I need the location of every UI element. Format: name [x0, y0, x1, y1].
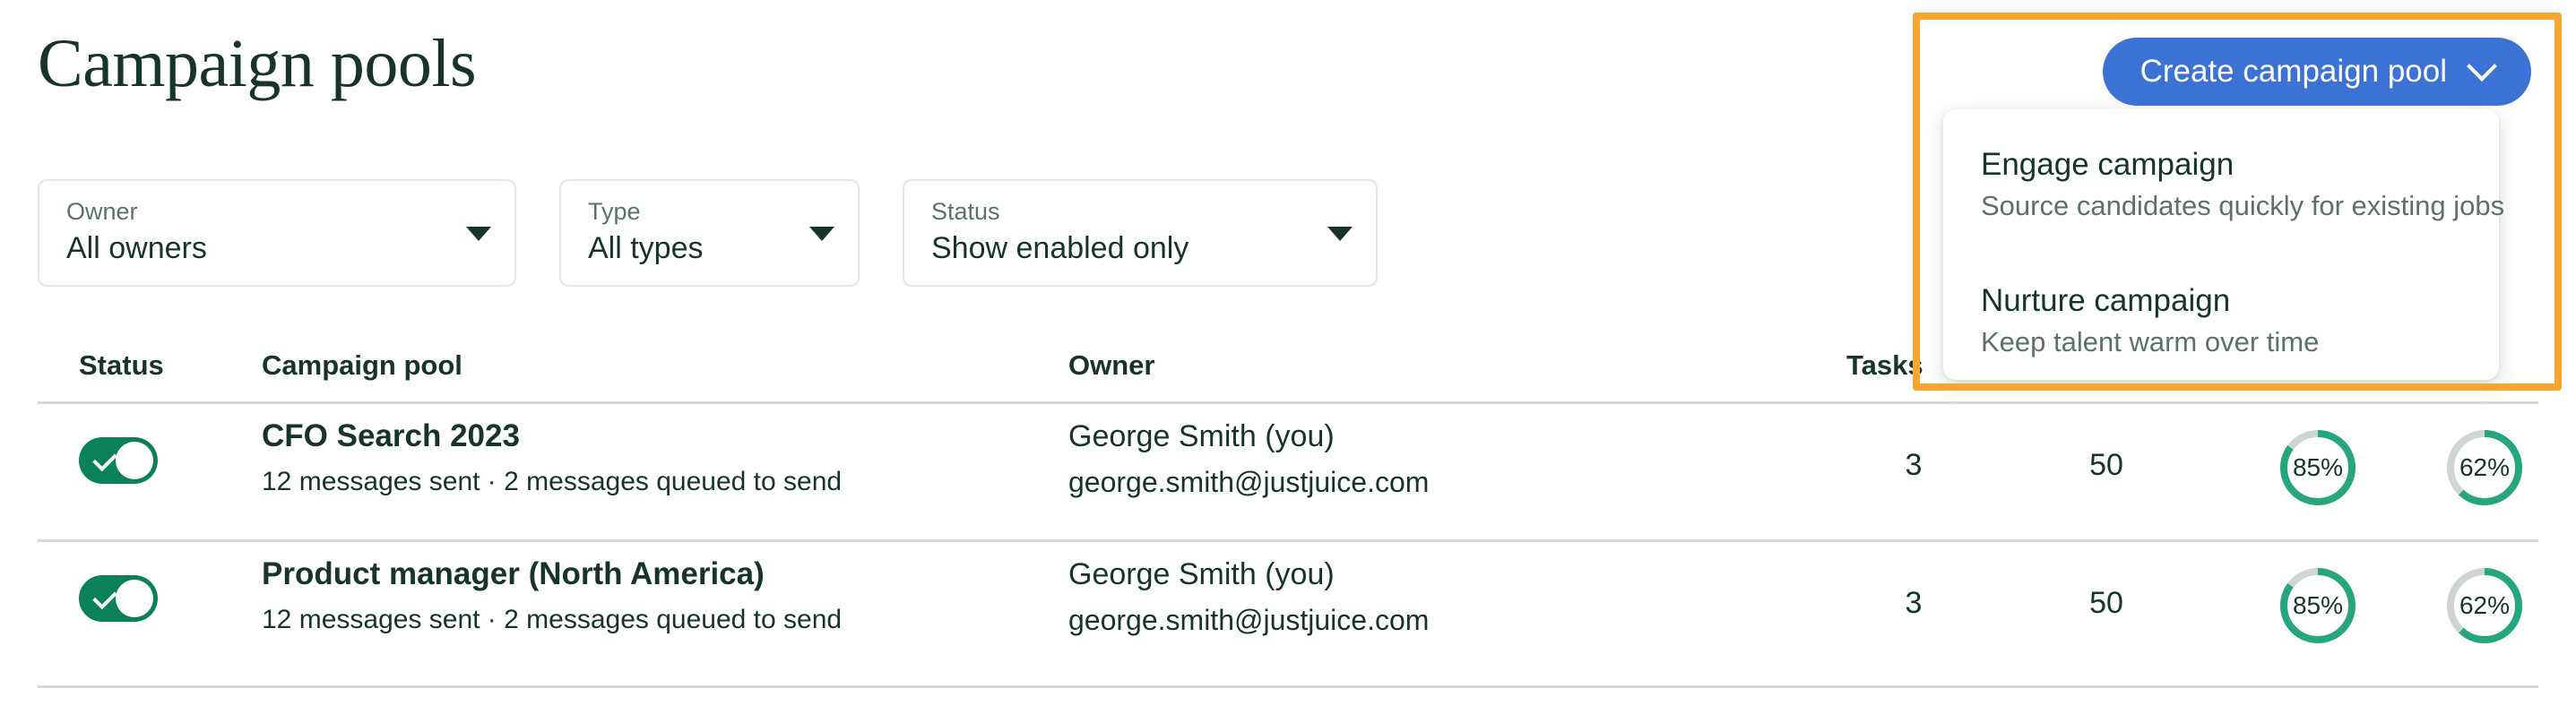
status-toggle[interactable] [79, 575, 158, 622]
chevron-down-icon [809, 227, 834, 241]
menu-item-description: Keep talent warm over time [1981, 326, 2320, 357]
filter-status-label: Status [931, 198, 1000, 225]
progress-ring-label: 85% [2292, 591, 2344, 619]
filter-owner-value: All owners [66, 231, 207, 265]
menu-item-title: Engage campaign [1981, 147, 2235, 182]
create-campaign-pool-label: Create campaign pool [2139, 54, 2447, 89]
chevron-down-icon [2470, 56, 2494, 79]
filter-bar: Owner All owners Type All types Status S… [38, 179, 1378, 287]
owner-name: George Smith (you) [1068, 419, 1335, 453]
campaign-pool-cell: Product manager (North America) 12 messa… [262, 554, 842, 638]
campaign-pool-cell: CFO Search 2023 12 messages sent · 2 mes… [262, 416, 842, 500]
owner-email: george.smith@justjuice.com [1068, 604, 1430, 636]
progress-ring-primary: 85% [2277, 564, 2359, 647]
check-icon [92, 446, 117, 472]
filter-type-label: Type [588, 198, 641, 225]
column-header-status: Status [79, 349, 164, 381]
progress-ring-label: 85% [2292, 453, 2344, 481]
column-header-owner: Owner [1068, 349, 1155, 381]
progress-ring-primary: 85% [2277, 426, 2359, 509]
tasks-count: 3 [1905, 448, 1923, 482]
menu-item-engage-campaign[interactable]: Engage campaign Source candidates quickl… [1981, 145, 2504, 224]
chevron-down-icon [466, 227, 491, 241]
filter-status-value: Show enabled only [931, 231, 1189, 265]
toggle-knob [116, 580, 153, 617]
progress-ring-label: 62% [2459, 453, 2511, 481]
create-campaign-menu: Engage campaign Source candidates quickl… [1943, 109, 2504, 380]
status-toggle[interactable] [79, 437, 158, 484]
campaign-pools-page: Campaign pools Owner All owners Type All… [0, 0, 2576, 706]
table-row: CFO Search 2023 12 messages sent · 2 mes… [0, 403, 2576, 541]
column-header-tasks: Tasks [1846, 349, 1923, 381]
filter-type[interactable]: Type All types [559, 179, 860, 287]
owner-name: George Smith (you) [1068, 557, 1335, 591]
contacts-count: 50 [2089, 448, 2123, 482]
menu-item-nurture-campaign[interactable]: Nurture campaign Keep talent warm over t… [1981, 281, 2319, 360]
campaign-pool-name[interactable]: Product manager (North America) [262, 554, 842, 595]
campaign-pool-subtext: 12 messages sent · 2 messages queued to … [262, 467, 843, 496]
campaign-pool-subtext: 12 messages sent · 2 messages queued to … [262, 605, 843, 634]
progress-ring-secondary: 62% [2443, 426, 2526, 509]
owner-email: george.smith@justjuice.com [1068, 466, 1430, 498]
create-campaign-pool-button[interactable]: Create campaign pool [2102, 38, 2531, 106]
check-icon [92, 584, 117, 610]
menu-item-description: Source candidates quickly for existing j… [1981, 190, 2505, 221]
table-row: Product manager (North America) 12 messa… [0, 541, 2576, 679]
campaign-pool-name[interactable]: CFO Search 2023 [262, 416, 842, 457]
progress-ring-secondary: 62% [2443, 564, 2526, 647]
chevron-down-icon [1327, 227, 1353, 241]
toggle-knob [116, 442, 153, 479]
filter-owner[interactable]: Owner All owners [38, 179, 516, 287]
owner-cell: George Smith (you) george.smith@justjuic… [1068, 416, 1429, 500]
contacts-count: 50 [2089, 586, 2123, 620]
column-header-campaign-pool: Campaign pool [262, 349, 462, 381]
progress-ring-label: 62% [2459, 591, 2511, 619]
filter-status[interactable]: Status Show enabled only [903, 179, 1378, 287]
filter-owner-label: Owner [66, 198, 138, 225]
filter-type-value: All types [588, 231, 704, 265]
owner-cell: George Smith (you) george.smith@justjuic… [1068, 554, 1429, 638]
row-divider [38, 685, 2538, 688]
page-title: Campaign pools [38, 26, 477, 101]
menu-item-title: Nurture campaign [1981, 283, 2231, 318]
tasks-count: 3 [1905, 586, 1923, 620]
